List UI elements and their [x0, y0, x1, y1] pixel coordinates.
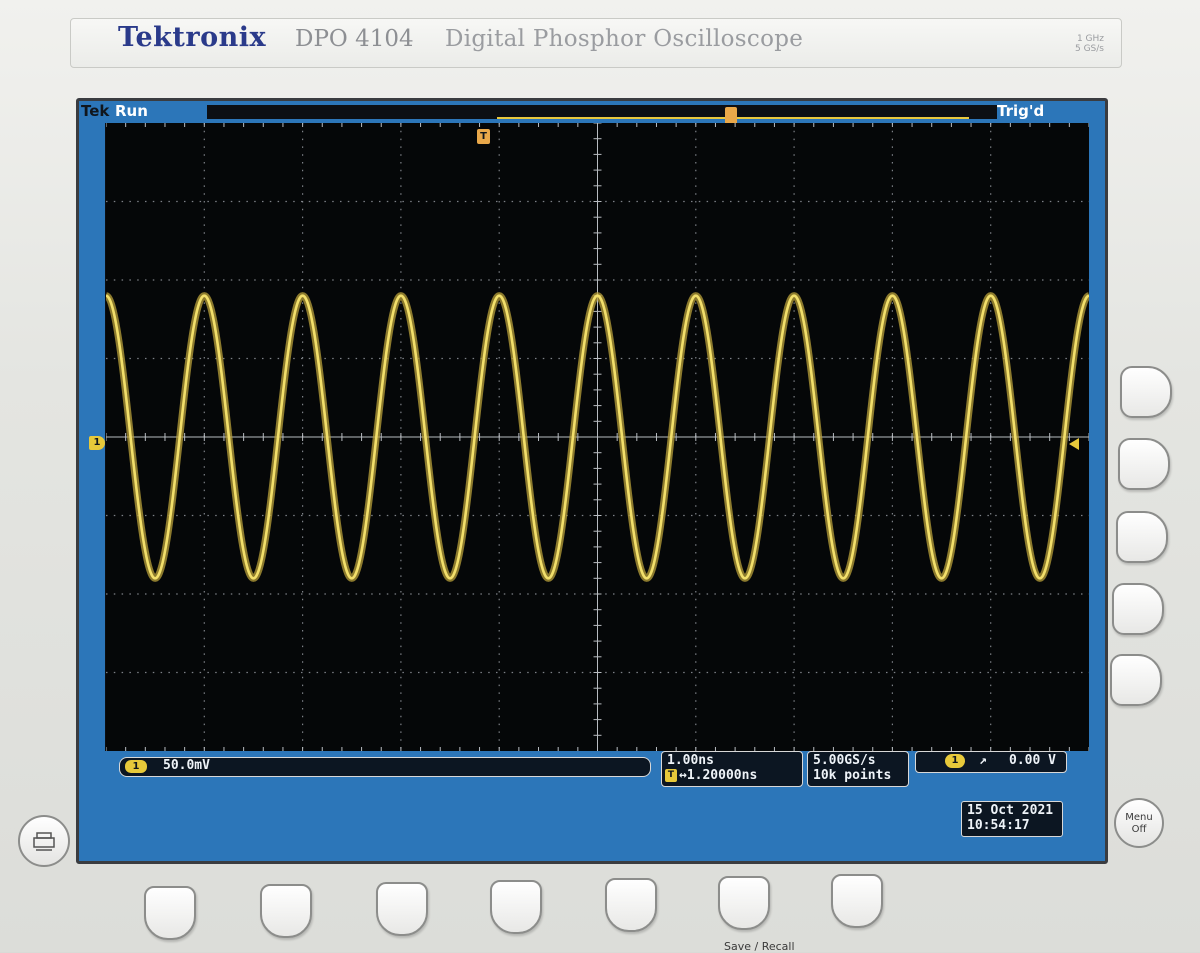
trigger-state: Trig'd	[997, 102, 1045, 120]
graticule	[106, 123, 1089, 751]
sample-rate: 5.00GS/s	[813, 753, 876, 768]
trigger-level-marker	[1069, 438, 1079, 450]
bottom-menu-button-5[interactable]	[605, 878, 657, 932]
timebase: 1.00ns	[667, 753, 714, 768]
ch1-badge: 1	[125, 760, 147, 773]
horizontal-delay: ↔1.20000ns	[679, 768, 758, 783]
record-view-bar	[207, 105, 997, 125]
trigger-position-marker: T	[477, 129, 490, 144]
brand-logo: Tektronix	[118, 22, 267, 53]
side-menu-button-4[interactable]	[1112, 583, 1164, 635]
bottom-menu-button-7[interactable]	[831, 874, 883, 928]
menu-off-label-line1: Menu	[1125, 812, 1153, 823]
record-length: 10k points	[813, 768, 892, 783]
ch1-ground-marker[interactable]: 1	[89, 436, 105, 450]
bottom-menu-button-2[interactable]	[260, 884, 312, 938]
rising-edge-icon: ↗	[979, 753, 987, 768]
print-button[interactable]	[18, 815, 70, 867]
model-name: DPO 4104	[295, 26, 414, 52]
menu-off-button[interactable]: Menu Off	[1114, 798, 1164, 848]
date-readout: 15 Oct 2021	[967, 803, 1054, 818]
side-menu-button-5[interactable]	[1110, 654, 1162, 706]
bottom-menu-button-3[interactable]	[376, 882, 428, 936]
waveform-plot	[106, 123, 1089, 751]
side-menu-button-1[interactable]	[1120, 366, 1172, 418]
trigger-level: 0.00 V	[1009, 753, 1056, 768]
bottom-menu-button-4[interactable]	[490, 880, 542, 934]
oscilloscope-screen: Tek Run Trig'd 1 T 1 50.0mV 1.00ns T ↔1.…	[76, 98, 1108, 864]
time-readout: 10:54:17	[967, 818, 1030, 833]
bottom-menu-button-1[interactable]	[144, 886, 196, 940]
status-bar: Tek Run Trig'd	[79, 101, 1105, 125]
grid-lines	[106, 123, 1089, 751]
menu-off-label-line2: Off	[1131, 824, 1147, 835]
delay-icon: T	[665, 769, 677, 782]
sample-rate-spec: 5 GS/s	[1075, 44, 1104, 54]
printer-icon	[33, 832, 55, 851]
save-recall-label: Save / Recall	[724, 940, 795, 953]
side-menu-button-3[interactable]	[1116, 511, 1168, 563]
tek-label: Tek	[81, 102, 110, 120]
ch1-scale: 50.0mV	[163, 758, 210, 773]
bottom-menu-button-6[interactable]	[718, 876, 770, 930]
model-description: Digital Phosphor Oscilloscope	[445, 26, 804, 52]
acquisition-state: Run	[115, 102, 148, 120]
bandwidth-spec: 1 GHz	[1076, 34, 1104, 44]
side-menu-button-2[interactable]	[1118, 438, 1170, 490]
trigger-source-badge: 1	[945, 754, 965, 768]
